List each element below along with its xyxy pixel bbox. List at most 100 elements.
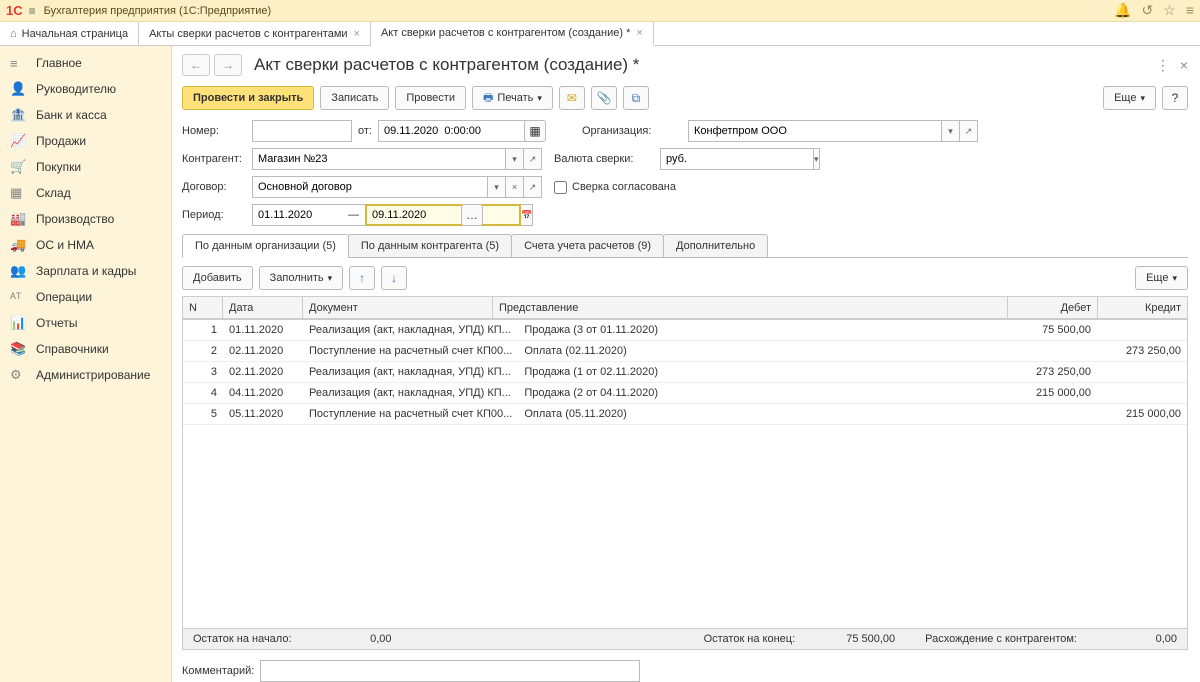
table-cell: 1 bbox=[183, 320, 223, 341]
chevron-down-icon: ▾ bbox=[328, 273, 333, 284]
print-button[interactable]: 🖶 Печать ▾ bbox=[472, 86, 553, 110]
subtab-accounts[interactable]: Счета учета расчетов (9) bbox=[511, 234, 664, 257]
sub-tabs: По данным организации (5) По данным конт… bbox=[182, 234, 1188, 258]
calendar-icon[interactable]: 📅 bbox=[521, 204, 533, 226]
menu-icon[interactable]: ≡ bbox=[29, 4, 36, 18]
sidebar-label: Банк и касса bbox=[36, 108, 107, 122]
subtab-org-data[interactable]: По данным организации (5) bbox=[182, 234, 349, 258]
move-down-button[interactable]: ↓ bbox=[381, 266, 407, 290]
table-cell: Продажа (3 от 01.11.2020) bbox=[518, 320, 1007, 341]
close-icon[interactable]: × bbox=[636, 27, 642, 39]
back-button[interactable]: ← bbox=[182, 54, 210, 76]
counterparty-input[interactable] bbox=[252, 148, 506, 170]
table-cell bbox=[1007, 341, 1097, 362]
table-cell: Продажа (2 от 04.11.2020) bbox=[518, 383, 1007, 404]
related-button[interactable]: ⧉ bbox=[623, 86, 649, 110]
more-button[interactable]: Еще ▾ bbox=[1103, 86, 1156, 110]
date-extra-button[interactable]: ▦ bbox=[524, 120, 546, 142]
add-row-button[interactable]: Добавить bbox=[182, 266, 253, 290]
sidebar-icon: 📊 bbox=[10, 315, 28, 331]
sidebar-item[interactable]: ≡Главное bbox=[0, 50, 171, 76]
sidebar-item[interactable]: 👥Зарплата и кадры bbox=[0, 258, 171, 284]
table-row[interactable]: 505.11.2020Поступление на расчетный счет… bbox=[183, 404, 1187, 425]
sidebar-item[interactable]: 📈Продажи bbox=[0, 128, 171, 154]
sidebar-item[interactable]: ▦Склад bbox=[0, 180, 171, 206]
clear-icon[interactable]: × bbox=[506, 176, 524, 198]
move-up-button[interactable]: ↑ bbox=[349, 266, 375, 290]
sidebar-label: Зарплата и кадры bbox=[36, 264, 136, 278]
open-icon[interactable]: ↗ bbox=[524, 176, 542, 198]
printer-icon: 🖶 bbox=[483, 89, 493, 108]
sidebar-item[interactable]: 👤Руководителю bbox=[0, 76, 171, 102]
sidebar-item[interactable]: ᴬᵀОперации bbox=[0, 284, 171, 310]
more-icon[interactable]: ⋮ bbox=[1156, 57, 1170, 74]
sidebar-item[interactable]: ⚙Администрирование bbox=[0, 362, 171, 388]
date-input[interactable] bbox=[378, 120, 532, 142]
table-more-button[interactable]: Еще ▾ bbox=[1135, 266, 1188, 290]
chevron-down-icon[interactable]: ▾ bbox=[942, 120, 960, 142]
col-repr[interactable]: Представление bbox=[493, 297, 1008, 319]
org-input[interactable] bbox=[688, 120, 942, 142]
sidebar-label: ОС и НМА bbox=[36, 238, 94, 252]
approved-checkbox[interactable] bbox=[554, 181, 567, 194]
col-date[interactable]: Дата bbox=[223, 297, 303, 319]
table-cell: 5 bbox=[183, 404, 223, 425]
table-row[interactable]: 404.11.2020Реализация (акт, накладная, У… bbox=[183, 383, 1187, 404]
number-input[interactable] bbox=[252, 120, 352, 142]
forward-button[interactable]: → bbox=[214, 54, 242, 76]
contract-input[interactable] bbox=[252, 176, 488, 198]
close-icon[interactable]: × bbox=[354, 28, 360, 40]
save-button[interactable]: Записать bbox=[320, 86, 389, 110]
open-icon[interactable]: ↗ bbox=[960, 120, 978, 142]
tab-label: Акты сверки расчетов с контрагентами bbox=[149, 28, 347, 40]
col-debit[interactable]: Дебет bbox=[1008, 297, 1098, 319]
table-row[interactable]: 101.11.2020Реализация (акт, накладная, У… bbox=[183, 320, 1187, 341]
subtab-counterparty-data[interactable]: По данным контрагента (5) bbox=[348, 234, 512, 257]
help-button[interactable]: ? bbox=[1162, 86, 1188, 110]
tab-act-create[interactable]: Акт сверки расчетов с контрагентом (созд… bbox=[371, 22, 654, 46]
sidebar-item[interactable]: 🛒Покупки bbox=[0, 154, 171, 180]
sidebar-item[interactable]: 🏦 Банк и касса bbox=[0, 102, 171, 128]
bal-start-label: Остаток на начало: bbox=[193, 633, 292, 645]
table-row[interactable]: 302.11.2020Реализация (акт, накладная, У… bbox=[183, 362, 1187, 383]
bell-icon[interactable]: 🔔 bbox=[1114, 2, 1131, 19]
currency-input[interactable] bbox=[660, 148, 814, 170]
post-and-close-button[interactable]: Провести и закрыть bbox=[182, 86, 314, 110]
table-body-scroll[interactable]: 101.11.2020Реализация (акт, накладная, У… bbox=[182, 319, 1188, 629]
form-row-contract: Договор: ▾ × ↗ Сверка согласована bbox=[182, 176, 1188, 198]
chevron-down-icon[interactable]: ▾ bbox=[506, 148, 524, 170]
col-credit[interactable]: Кредит bbox=[1098, 297, 1188, 319]
from-label: от: bbox=[358, 125, 372, 137]
period-to-input[interactable] bbox=[365, 204, 521, 226]
sidebar-item[interactable]: 🚚ОС и НМА bbox=[0, 232, 171, 258]
open-icon[interactable]: ↗ bbox=[524, 148, 542, 170]
attach-button[interactable]: 📎 bbox=[591, 86, 617, 110]
settings-icon[interactable]: ≡ bbox=[1186, 2, 1194, 19]
sidebar-label: Отчеты bbox=[36, 316, 77, 330]
col-doc[interactable]: Документ bbox=[303, 297, 493, 319]
sidebar-item[interactable]: 🏭Производство bbox=[0, 206, 171, 232]
sidebar-icon: 🏦 bbox=[10, 107, 28, 123]
col-n[interactable]: N bbox=[183, 297, 223, 319]
diff-value: 0,00 bbox=[1117, 633, 1177, 645]
post-button[interactable]: Провести bbox=[395, 86, 466, 110]
table-cell: 2 bbox=[183, 341, 223, 362]
close-page-icon[interactable]: × bbox=[1180, 57, 1188, 74]
home-tab[interactable]: ⌂ Начальная страница bbox=[0, 22, 139, 45]
fill-button[interactable]: Заполнить ▾ bbox=[259, 266, 344, 290]
chevron-down-icon[interactable]: ▾ bbox=[814, 148, 820, 170]
chevron-down-icon[interactable]: ▾ bbox=[488, 176, 506, 198]
tabs-row: ⌂ Начальная страница Акты сверки расчето… bbox=[0, 22, 1200, 46]
table-toolbar: Добавить Заполнить ▾ ↑ ↓ Еще ▾ bbox=[182, 266, 1188, 290]
table-cell: 75 500,00 bbox=[1007, 320, 1097, 341]
subtab-additional[interactable]: Дополнительно bbox=[663, 234, 768, 257]
tab-acts-list[interactable]: Акты сверки расчетов с контрагентами × bbox=[139, 22, 371, 45]
star-icon[interactable]: ☆ bbox=[1163, 2, 1176, 19]
sidebar-item[interactable]: 📚Справочники bbox=[0, 336, 171, 362]
period-extra-button[interactable]: … bbox=[461, 204, 483, 226]
email-button[interactable]: ✉ bbox=[559, 86, 585, 110]
comment-input[interactable] bbox=[260, 660, 640, 682]
history-icon[interactable]: ↺ bbox=[1142, 2, 1154, 19]
sidebar-item[interactable]: 📊 Отчеты bbox=[0, 310, 171, 336]
table-row[interactable]: 202.11.2020Поступление на расчетный счет… bbox=[183, 341, 1187, 362]
